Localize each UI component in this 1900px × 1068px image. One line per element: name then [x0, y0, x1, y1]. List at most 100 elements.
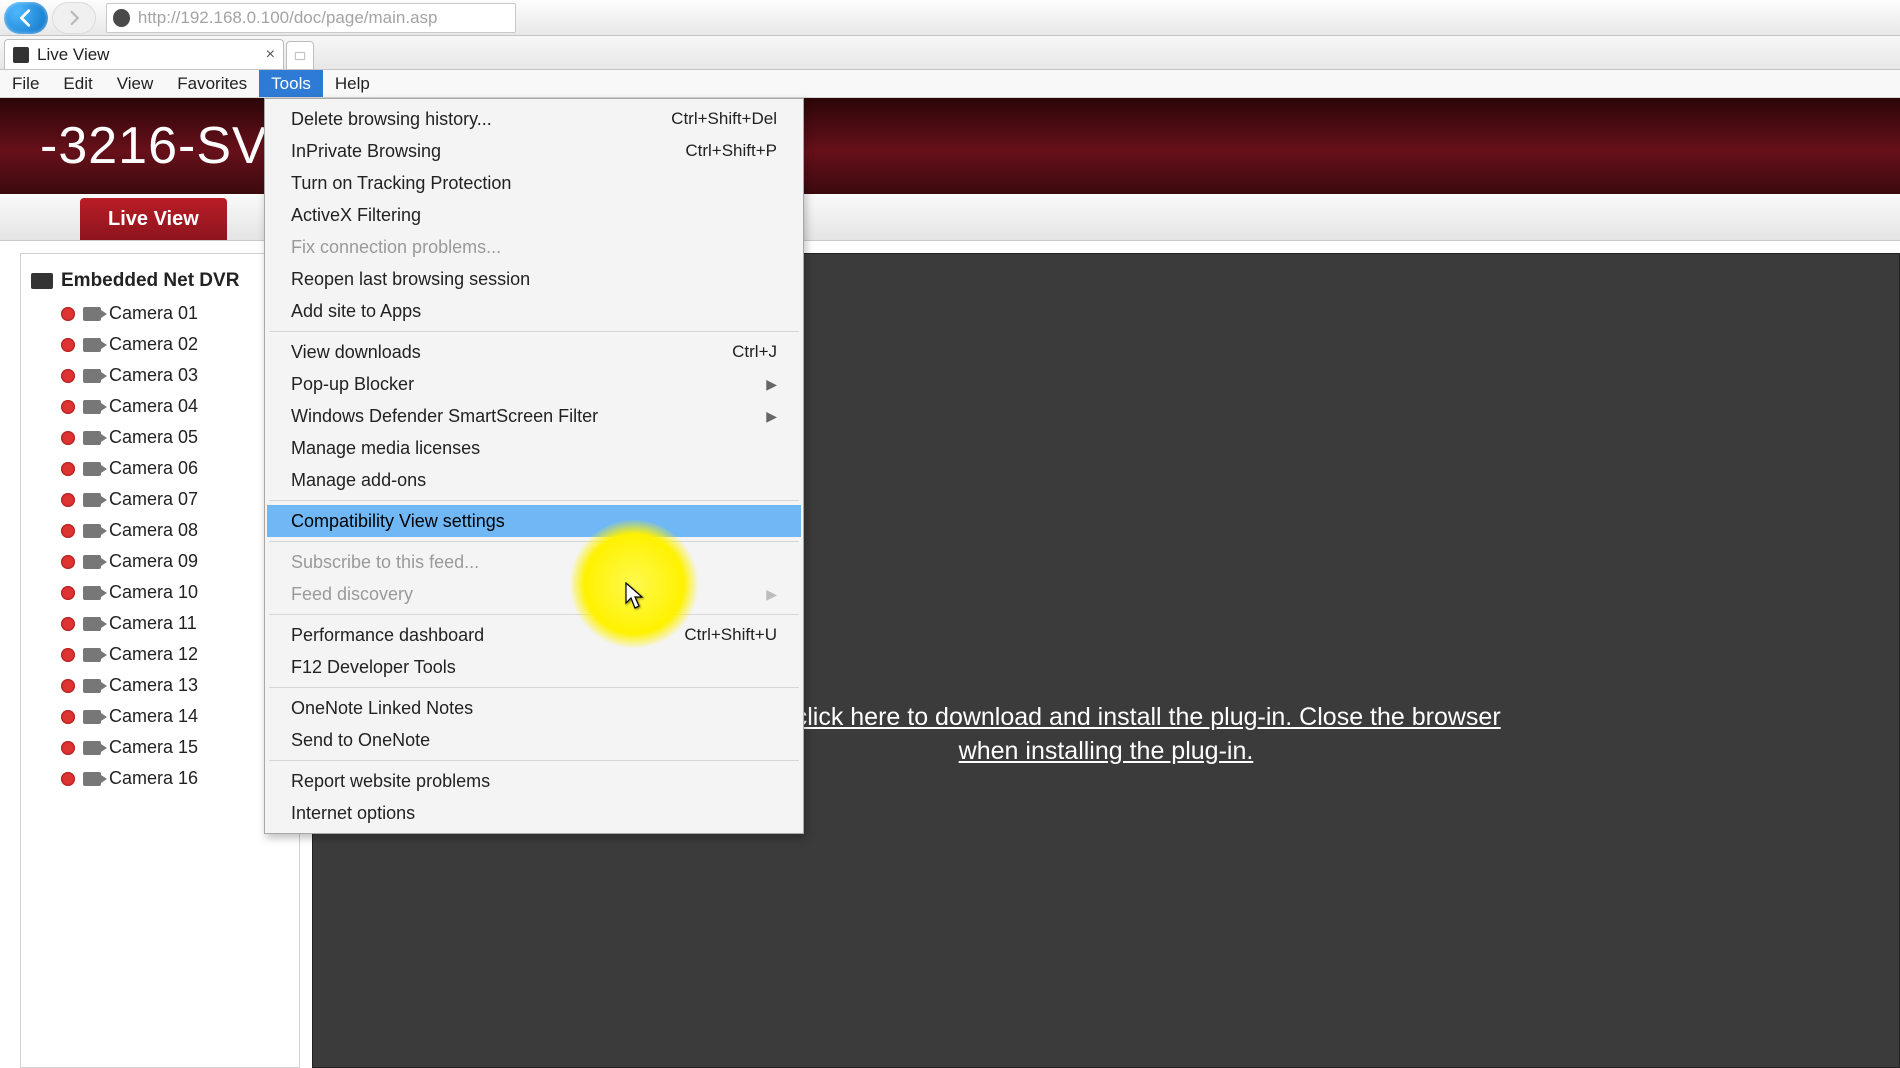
dd-label: Delete browsing history... [291, 109, 492, 130]
dd-separator [269, 331, 799, 332]
close-tab-icon[interactable]: × [266, 46, 275, 64]
dd-reopen[interactable]: Reopen last browsing session [267, 263, 801, 295]
camera-node[interactable]: Camera 15 [21, 732, 299, 763]
menu-edit[interactable]: Edit [51, 70, 104, 97]
plugin-download-link[interactable]: Please click here to download and instal… [696, 701, 1516, 769]
dd-activex[interactable]: ActiveX Filtering [267, 199, 801, 231]
camera-icon [83, 431, 101, 445]
camera-node[interactable]: Camera 11 [21, 608, 299, 639]
dd-label: Reopen last browsing session [291, 269, 530, 290]
menu-file[interactable]: File [0, 70, 51, 97]
dd-addons[interactable]: Manage add-ons [267, 464, 801, 496]
dd-tracking[interactable]: Turn on Tracking Protection [267, 167, 801, 199]
dd-shortcut: Ctrl+Shift+Del [671, 109, 777, 129]
menu-view[interactable]: View [105, 70, 166, 97]
camera-icon [83, 679, 101, 693]
camera-node[interactable]: Camera 02 [21, 329, 299, 360]
site-icon [113, 9, 130, 27]
dd-label: InPrivate Browsing [291, 141, 441, 162]
record-icon [61, 493, 75, 507]
camera-node[interactable]: Camera 01 [21, 298, 299, 329]
camera-label: Camera 07 [109, 489, 198, 510]
camera-node[interactable]: Camera 16 [21, 763, 299, 794]
browser-nav-bar [0, 0, 1900, 36]
dd-fix-conn: Fix connection problems... [267, 231, 801, 263]
tab-strip: Live View × [0, 36, 1900, 70]
dd-label: Send to OneNote [291, 730, 430, 751]
new-tab-button[interactable] [286, 41, 314, 69]
dd-media-licenses[interactable]: Manage media licenses [267, 432, 801, 464]
camera-node[interactable]: Camera 10 [21, 577, 299, 608]
camera-label: Camera 03 [109, 365, 198, 386]
dd-label: Report website problems [291, 771, 490, 792]
dd-subscribe-feed: Subscribe to this feed... [267, 546, 801, 578]
dd-add-apps[interactable]: Add site to Apps [267, 295, 801, 327]
camera-icon [83, 741, 101, 755]
dd-inprivate[interactable]: InPrivate Browsing Ctrl+Shift+P [267, 135, 801, 167]
camera-node[interactable]: Camera 03 [21, 360, 299, 391]
dd-shortcut: Ctrl+J [732, 342, 777, 362]
camera-icon [83, 555, 101, 569]
camera-node[interactable]: Camera 05 [21, 422, 299, 453]
camera-label: Camera 13 [109, 675, 198, 696]
dd-label: View downloads [291, 342, 421, 363]
camera-node[interactable]: Camera 09 [21, 546, 299, 577]
dd-onenote-send[interactable]: Send to OneNote [267, 724, 801, 756]
camera-label: Camera 11 [109, 613, 197, 634]
camera-label: Camera 12 [109, 644, 198, 665]
camera-label: Camera 02 [109, 334, 198, 355]
menu-tools[interactable]: Tools [259, 70, 323, 97]
dd-label: Manage media licenses [291, 438, 480, 459]
camera-label: Camera 01 [109, 303, 198, 324]
chevron-right-icon: ▶ [766, 586, 777, 603]
camera-node[interactable]: Camera 07 [21, 484, 299, 515]
camera-node[interactable]: Camera 12 [21, 639, 299, 670]
camera-node[interactable]: Camera 13 [21, 670, 299, 701]
dd-shortcut: Ctrl+Shift+P [685, 141, 777, 161]
camera-icon [83, 400, 101, 414]
camera-tree[interactable]: Embedded Net DVR Camera 01 Camera 02 Camer… [20, 253, 300, 1068]
camera-icon [83, 648, 101, 662]
dd-delete-history[interactable]: Delete browsing history... Ctrl+Shift+De… [267, 103, 801, 135]
dd-onenote-linked[interactable]: OneNote Linked Notes [267, 692, 801, 724]
dd-popup-blocker[interactable]: Pop-up Blocker ▶ [267, 368, 801, 400]
record-icon [61, 524, 75, 538]
tree-root[interactable]: Embedded Net DVR [21, 264, 299, 298]
record-icon [61, 648, 75, 662]
dd-report-problems[interactable]: Report website problems [267, 765, 801, 797]
camera-node[interactable]: Camera 14 [21, 701, 299, 732]
menu-help[interactable]: Help [323, 70, 382, 97]
forward-button[interactable] [52, 2, 96, 34]
camera-icon [83, 369, 101, 383]
record-icon [61, 338, 75, 352]
menu-favorites[interactable]: Favorites [165, 70, 259, 97]
camera-label: Camera 05 [109, 427, 198, 448]
dd-internet-options[interactable]: Internet options [267, 797, 801, 829]
camera-icon [83, 586, 101, 600]
dd-label: F12 Developer Tools [291, 657, 456, 678]
dd-f12[interactable]: F12 Developer Tools [267, 651, 801, 683]
address-input[interactable] [138, 8, 509, 28]
dd-view-downloads[interactable]: View downloads Ctrl+J [267, 336, 801, 368]
dd-perf-dashboard[interactable]: Performance dashboard Ctrl+Shift+U [267, 619, 801, 651]
camera-node[interactable]: Camera 04 [21, 391, 299, 422]
address-bar[interactable] [106, 3, 516, 33]
dvr-icon [31, 273, 53, 289]
camera-icon [83, 710, 101, 724]
dd-label: ActiveX Filtering [291, 205, 421, 226]
tab-live-view[interactable]: Live View [80, 198, 227, 240]
dd-defender[interactable]: Windows Defender SmartScreen Filter ▶ [267, 400, 801, 432]
camera-node[interactable]: Camera 08 [21, 515, 299, 546]
back-button[interactable] [4, 2, 48, 34]
dd-label: Turn on Tracking Protection [291, 173, 511, 194]
camera-node[interactable]: Camera 06 [21, 453, 299, 484]
record-icon [61, 586, 75, 600]
dd-compat-view[interactable]: Compatibility View settings [267, 505, 801, 537]
dd-label: Subscribe to this feed... [291, 552, 479, 573]
record-icon [61, 431, 75, 445]
camera-icon [83, 307, 101, 321]
dd-feed-discovery: Feed discovery ▶ [267, 578, 801, 610]
browser-tab[interactable]: Live View × [4, 39, 284, 69]
camera-icon [83, 617, 101, 631]
camera-label: Camera 14 [109, 706, 198, 727]
